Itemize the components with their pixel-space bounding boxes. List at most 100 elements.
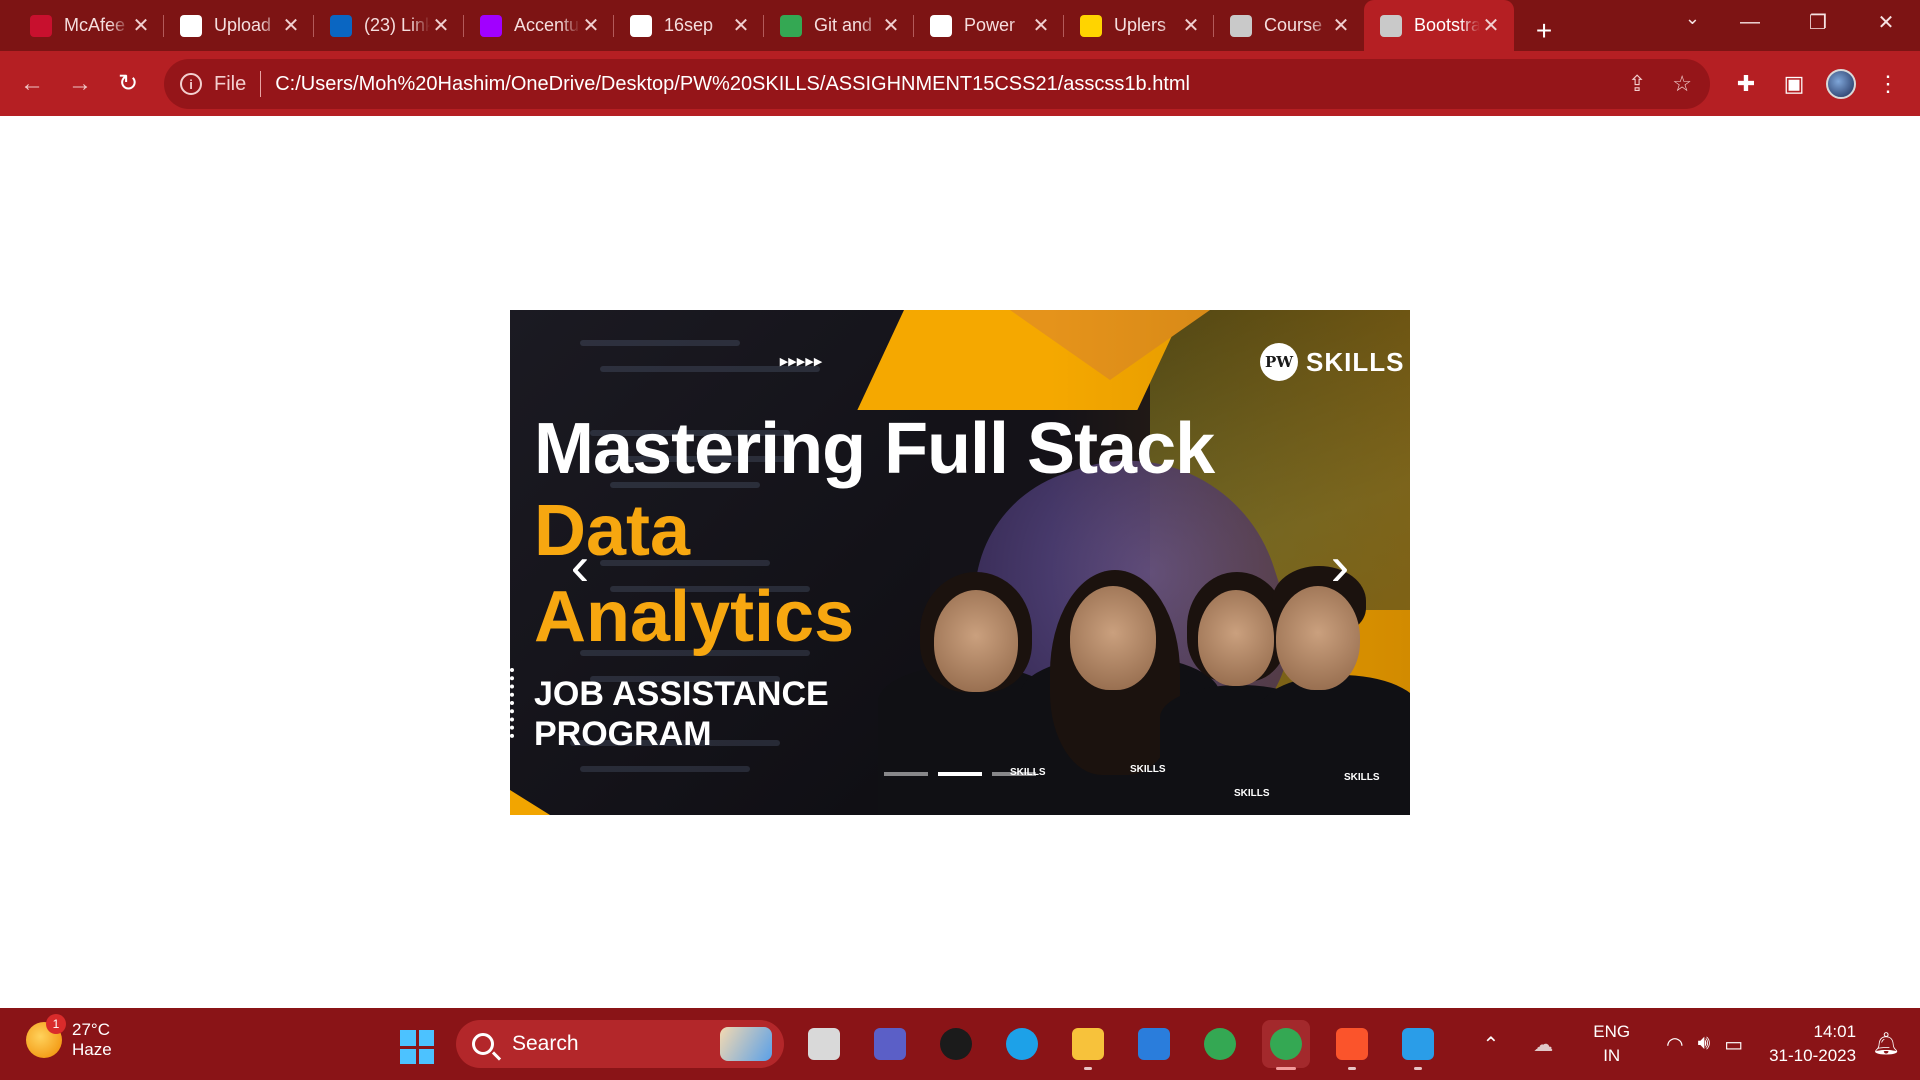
person-1-face — [934, 590, 1018, 692]
edge-icon — [1006, 1028, 1038, 1060]
carousel-indicator[interactable] — [884, 772, 928, 776]
wordpress-icon — [930, 14, 952, 37]
chrome-profile-icon — [1270, 1028, 1302, 1060]
search-highlight-image — [720, 1027, 772, 1061]
clock[interactable]: 14:01 31-10-2023 — [1769, 1020, 1856, 1068]
language-indicator[interactable]: ENG IN — [1593, 1020, 1630, 1068]
running-indicator — [1276, 1067, 1296, 1070]
subhead-line-2: PROGRAM — [534, 715, 712, 753]
tab-close-icon[interactable]: ✕ — [1180, 15, 1202, 37]
volume-icon: 🔊︎ — [1697, 1031, 1711, 1054]
quick-settings[interactable]: ◠ 🔊︎ ▭ — [1666, 1032, 1743, 1057]
dell-icon — [940, 1028, 972, 1060]
notifications-icon[interactable]: 🔔︎ — [1872, 1031, 1900, 1057]
running-indicator — [1414, 1067, 1422, 1070]
tab[interactable]: Power ✕ — [914, 0, 1064, 51]
subheadline: JOB ASSISTANCE PROGRAM — [534, 674, 829, 754]
taskbar-app[interactable] — [866, 1020, 914, 1068]
tab[interactable]: 16sep ✕ — [614, 0, 764, 51]
pw-skills-logo: PW SKILLS — [1260, 343, 1404, 381]
tab-close-icon[interactable]: ✕ — [1030, 15, 1052, 37]
taskbar-app[interactable] — [1262, 1020, 1310, 1070]
start-button[interactable] — [400, 1030, 434, 1064]
window-controls: — ❐ ✕ — [1716, 0, 1920, 44]
restore-icon[interactable]: ❐ — [1784, 0, 1852, 44]
chrome-icon — [1204, 1028, 1236, 1060]
globe-icon — [1230, 14, 1252, 37]
search-label: Search — [512, 1032, 579, 1055]
taskbar-app[interactable] — [1196, 1020, 1244, 1068]
taskbar-app[interactable] — [800, 1020, 848, 1068]
tab-close-icon[interactable]: ✕ — [580, 15, 602, 37]
menu-icon[interactable]: ⋮ — [1872, 68, 1904, 100]
brave-icon — [1336, 1028, 1368, 1060]
onedrive-icon[interactable]: ☁ — [1533, 1032, 1553, 1057]
profile-avatar[interactable] — [1826, 68, 1856, 99]
running-indicator — [1348, 1067, 1356, 1070]
clock-date: 31-10-2023 — [1769, 1046, 1857, 1065]
bookmark-star-icon[interactable]: ☆ — [1672, 71, 1692, 97]
carousel-prev-button[interactable]: ‹ — [550, 525, 610, 605]
carousel-indicators — [884, 772, 1036, 776]
tab-close-icon[interactable]: ✕ — [280, 15, 302, 37]
url-text[interactable]: C:/Users/Moh%20Hashim/OneDrive/Desktop/P… — [275, 73, 1190, 96]
tab[interactable]: Git and ✕ — [764, 0, 914, 51]
show-hidden-icons[interactable]: ⌃ — [1483, 1032, 1500, 1057]
taskbar-app[interactable] — [1064, 1020, 1112, 1070]
reload-icon[interactable]: ↻ — [104, 60, 152, 108]
browser-toolbar: ← → ↻ i File C:/Users/Moh%20Hashim/OneDr… — [0, 51, 1920, 116]
tab-close-icon[interactable]: ✕ — [1330, 15, 1352, 37]
tab[interactable]: McAfee ✕ — [14, 0, 164, 51]
back-icon[interactable]: ← — [8, 60, 56, 108]
notification-badge: 1 — [46, 1014, 66, 1034]
taskbar-app[interactable] — [1394, 1020, 1442, 1070]
weather-widget[interactable]: 1 27°C Haze — [26, 1014, 112, 1060]
minimize-icon[interactable]: — — [1716, 0, 1784, 44]
site-info-icon[interactable]: i — [180, 73, 202, 95]
linkedin-icon — [330, 14, 352, 37]
share-icon[interactable]: ⇪ — [1628, 71, 1646, 97]
clock-time: 14:01 — [1813, 1022, 1857, 1041]
tab-search-icon[interactable]: ⌄ — [1685, 8, 1700, 29]
tab[interactable]: Uplers ✕ — [1064, 0, 1214, 51]
taskbar-search[interactable]: Search — [456, 1020, 784, 1068]
task-view-icon — [808, 1028, 840, 1060]
teams-icon — [874, 1028, 906, 1060]
new-tab-button[interactable]: + — [1524, 11, 1564, 51]
globe-icon — [1380, 14, 1402, 37]
shirt-logo: SKILLS — [1344, 772, 1380, 783]
tab-close-icon[interactable]: ✕ — [880, 15, 902, 37]
forward-icon[interactable]: → — [56, 60, 104, 108]
region-code: IN — [1603, 1046, 1621, 1065]
carousel-indicator[interactable] — [938, 772, 982, 776]
carousel-indicator[interactable] — [992, 772, 1036, 776]
tab[interactable]: Upload ✕ — [164, 0, 314, 51]
tab-close-icon[interactable]: ✕ — [1480, 15, 1502, 37]
file-explorer-icon — [1072, 1028, 1104, 1060]
tab[interactable]: Course ✕ — [1214, 0, 1364, 51]
tab-close-icon[interactable]: ✕ — [430, 15, 452, 37]
subhead-line-1: JOB ASSISTANCE — [534, 675, 829, 713]
extensions-icon[interactable]: ✚ — [1730, 68, 1762, 100]
tab-title: Upload — [214, 15, 272, 35]
taskbar-app[interactable] — [932, 1020, 980, 1068]
taskbar-app[interactable] — [1130, 1020, 1178, 1068]
tab-title: Bootstrap — [1414, 15, 1480, 35]
drive-icon — [780, 14, 802, 37]
tab-close-icon[interactable]: ✕ — [730, 15, 752, 37]
shirt-logo: SKILLS — [1130, 764, 1166, 775]
divider — [260, 71, 262, 97]
taskbar-app[interactable] — [1328, 1020, 1376, 1070]
tab[interactable]: Accenture✕ — [464, 0, 614, 51]
tab[interactable]: (23) LinkedIn✕ — [314, 0, 464, 51]
pinned-apps — [800, 1020, 1442, 1070]
tab-close-icon[interactable]: ✕ — [130, 15, 152, 37]
address-bar[interactable]: i File C:/Users/Moh%20Hashim/OneDrive/De… — [164, 59, 1710, 109]
close-window-icon[interactable]: ✕ — [1852, 0, 1920, 44]
tab-title: (23) LinkedIn — [364, 15, 430, 35]
carousel-next-button[interactable]: › — [1310, 525, 1370, 605]
tab[interactable]: Bootstrap✕ — [1364, 0, 1514, 51]
tab-title: Git and — [814, 15, 873, 35]
taskbar-app[interactable] — [998, 1020, 1046, 1068]
side-panel-icon[interactable]: ▣ — [1778, 68, 1810, 100]
